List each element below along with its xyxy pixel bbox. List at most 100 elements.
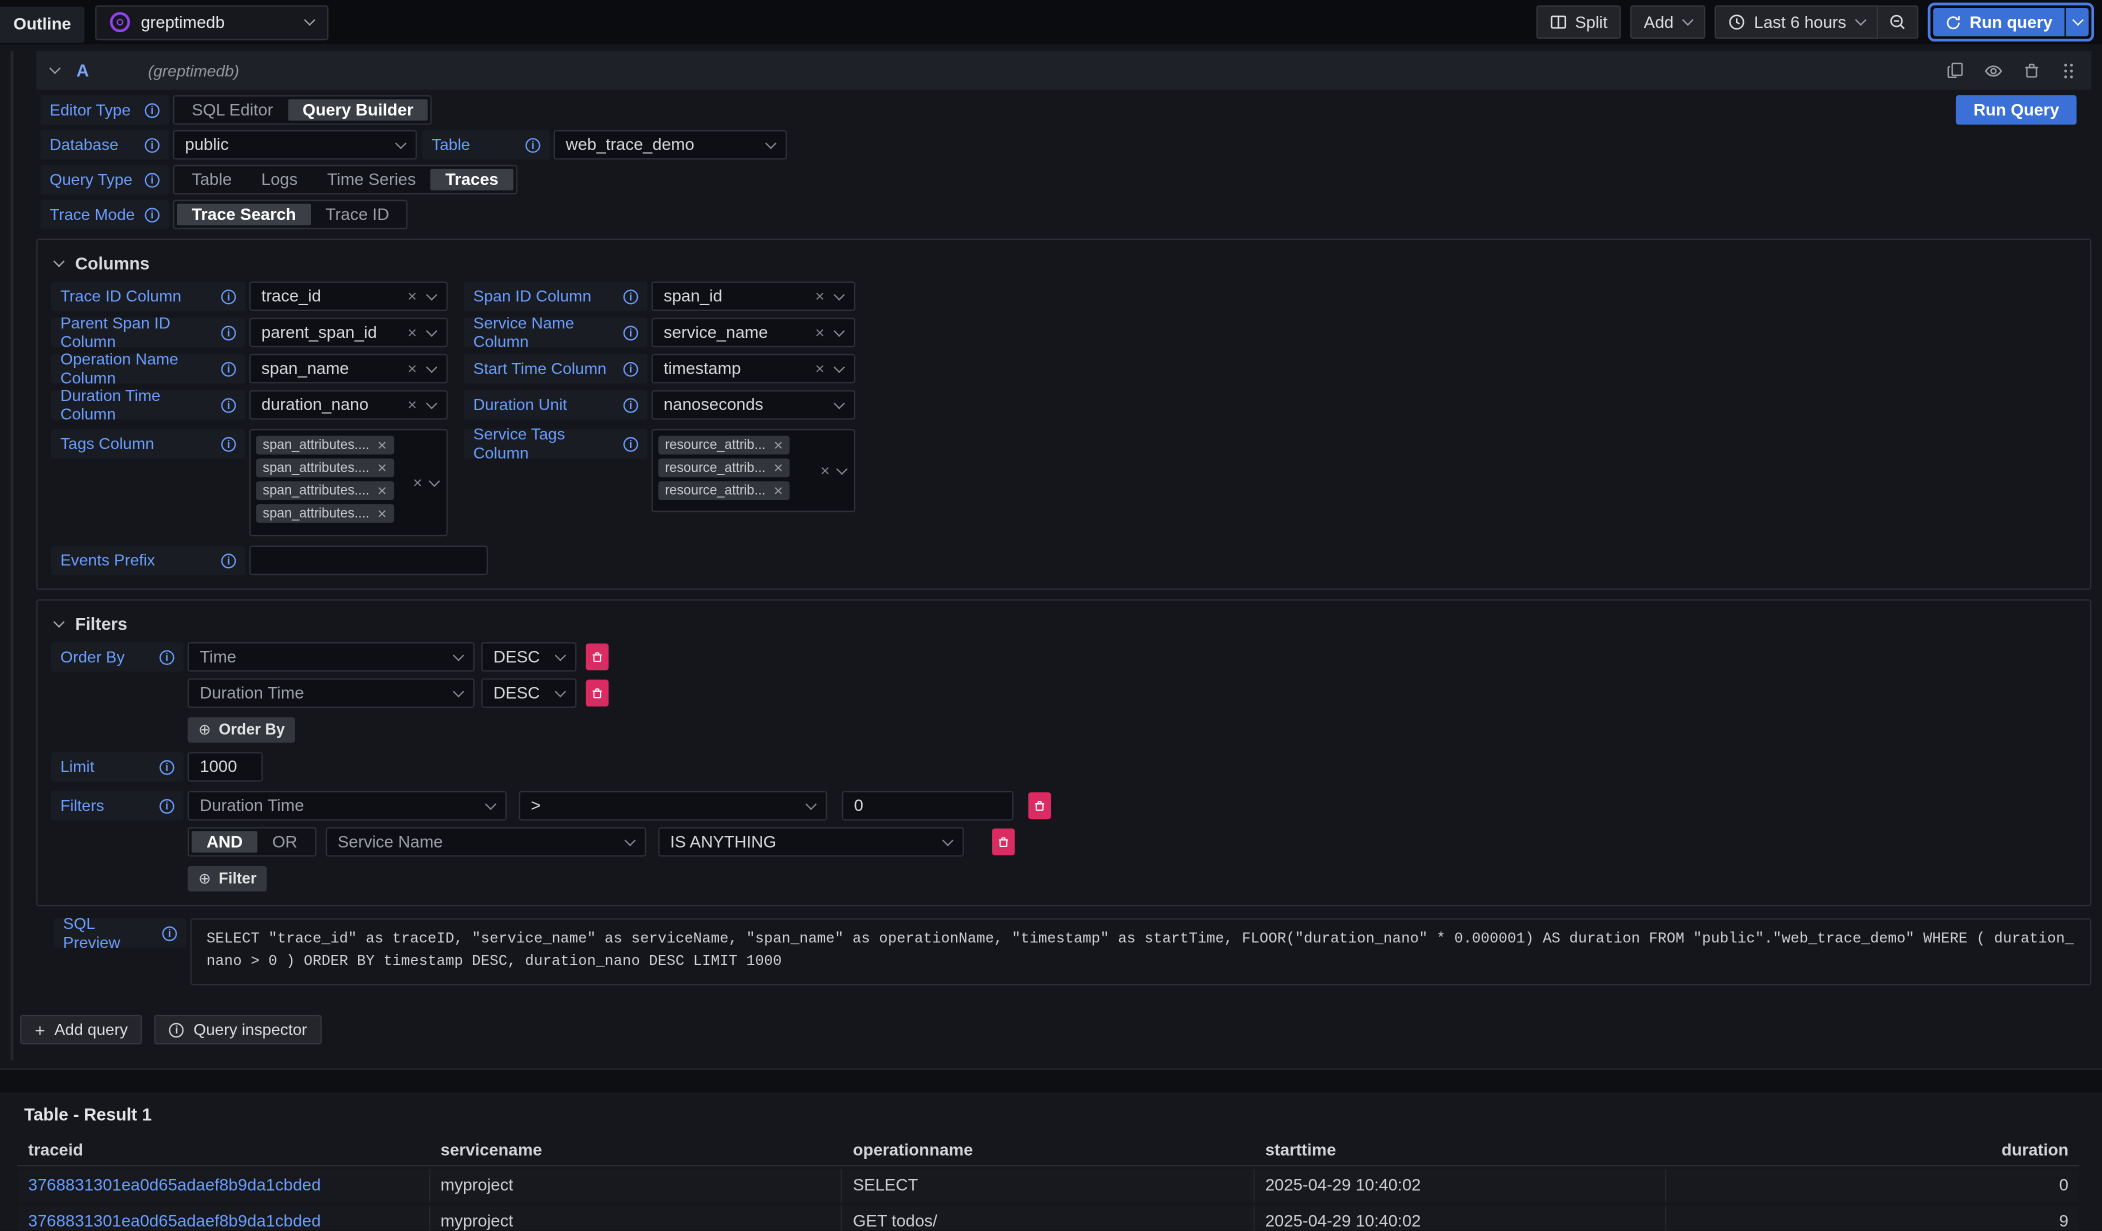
chevron-down-icon[interactable] [834,289,845,300]
events-prefix-input[interactable] [249,546,488,575]
remove-tag-icon[interactable]: × [377,437,386,453]
info-icon[interactable]: i [623,289,638,304]
start-time-column-select[interactable]: timestamp × [652,354,856,383]
info-icon[interactable]: i [221,553,236,568]
info-icon[interactable]: i [221,289,236,304]
logic-or-option[interactable]: OR [258,831,313,852]
remove-filter-button[interactable] [1028,792,1051,819]
remove-tag-icon[interactable]: × [774,483,783,499]
clear-icon[interactable]: × [815,361,824,377]
chevron-down-icon[interactable] [429,475,440,486]
chevron-down-icon[interactable] [555,649,566,660]
filter-operator-select[interactable]: IS ANYTHING [658,827,964,856]
run-query-caret-button[interactable] [2066,8,2089,36]
datasource-picker[interactable]: greptimedb [95,5,328,40]
tab-traces[interactable]: Traces [431,169,514,190]
trace-id-column-select[interactable]: trace_id × [249,282,447,311]
info-icon[interactable]: i [221,325,236,340]
filters-section-header[interactable]: Filters [55,614,2077,634]
filter-field-select[interactable]: Service Name [326,827,646,856]
collapse-section-icon[interactable] [53,256,64,267]
remove-tag-icon[interactable]: × [377,505,386,521]
chevron-down-icon[interactable] [834,325,845,336]
chevron-down-icon[interactable] [765,137,776,148]
remove-tag-icon[interactable]: × [377,460,386,476]
info-icon[interactable]: i [145,137,160,152]
add-button[interactable]: Add [1630,5,1705,39]
chevron-down-icon[interactable] [426,397,437,408]
collapse-query-icon[interactable] [49,63,60,74]
logic-and-option[interactable]: AND [192,831,258,852]
tab-sql-editor[interactable]: SQL Editor [177,99,288,120]
tab-query-builder[interactable]: Query Builder [288,99,428,120]
run-query-panel-button[interactable]: Run Query [1956,95,2077,124]
column-header-servicename[interactable]: servicename [430,1137,842,1165]
run-query-button[interactable]: Run query [1933,8,2064,36]
chevron-down-icon[interactable] [395,137,406,148]
operation-name-column-select[interactable]: span_name × [249,354,447,383]
tab-logs[interactable]: Logs [247,169,313,190]
service-tags-column-multiselect[interactable]: resource_attrib...× resource_attrib...× … [652,429,856,512]
tab-trace-search[interactable]: Trace Search [177,204,311,225]
filter-value-input[interactable]: 0 [842,791,1014,820]
table-select[interactable]: web_trace_demo [554,130,787,159]
remove-order-by-button[interactable] [586,643,609,670]
chevron-down-icon[interactable] [942,834,953,845]
info-icon[interactable]: i [160,650,175,665]
info-icon[interactable]: i [623,325,638,340]
duplicate-query-icon[interactable] [1947,62,1964,79]
chevron-down-icon[interactable] [834,361,845,372]
clear-all-icon[interactable]: × [820,463,829,479]
chevron-down-icon[interactable] [834,397,845,408]
duration-time-column-select[interactable]: duration_nano × [249,390,447,419]
zoom-out-time-button[interactable] [1878,5,1918,39]
delete-query-icon[interactable] [2023,62,2040,79]
clear-icon[interactable]: × [408,397,417,413]
info-icon[interactable]: i [526,137,541,152]
filter-operator-select[interactable]: > [519,791,827,820]
chevron-down-icon[interactable] [453,685,464,696]
clear-all-icon[interactable]: × [413,475,422,491]
span-id-column-select[interactable]: span_id × [652,282,856,311]
clear-icon[interactable]: × [815,324,824,340]
parent-span-id-column-select[interactable]: parent_span_id × [249,318,447,347]
column-header-traceid[interactable]: traceid [17,1137,429,1165]
column-header-starttime[interactable]: starttime [1255,1137,1667,1165]
collapse-section-icon[interactable] [53,616,64,627]
column-header-duration[interactable]: duration [1667,1137,2079,1165]
tab-table[interactable]: Table [177,169,247,190]
add-filter-button[interactable]: ⊕ Filter [188,866,268,891]
info-icon[interactable]: i [221,436,236,451]
chevron-down-icon[interactable] [426,325,437,336]
info-icon[interactable]: i [221,397,236,412]
chevron-down-icon[interactable] [805,798,816,809]
chevron-down-icon[interactable] [485,798,496,809]
order-by-direction-select[interactable]: DESC [481,678,576,707]
order-by-direction-select[interactable]: DESC [481,642,576,671]
order-by-field-select[interactable]: Time [188,642,475,671]
add-query-button[interactable]: + Add query [20,1015,142,1044]
info-icon[interactable]: i [145,172,160,187]
clear-icon[interactable]: × [408,361,417,377]
info-icon[interactable]: i [145,103,160,118]
chevron-down-icon[interactable] [426,361,437,372]
remove-order-by-button[interactable] [586,680,609,707]
clear-icon[interactable]: × [815,288,824,304]
limit-input[interactable]: 1000 [188,752,263,781]
duration-unit-select[interactable]: nanoseconds [652,390,856,419]
drag-handle-icon[interactable] [2061,61,2077,80]
info-icon[interactable]: i [162,926,177,941]
order-by-field-select[interactable]: Duration Time [188,678,475,707]
chevron-down-icon[interactable] [836,463,847,474]
trace-id-link[interactable]: 3768831301ea0d65adaef8b9da1cbded [28,1212,321,1231]
info-icon[interactable]: i [221,361,236,376]
chevron-down-icon[interactable] [453,649,464,660]
query-row-header[interactable]: A (greptimedb) [36,51,2091,90]
split-button[interactable]: Split [1536,5,1621,39]
tab-trace-id[interactable]: Trace ID [311,204,404,225]
database-select[interactable]: public [173,130,417,159]
columns-section-header[interactable]: Columns [55,253,2077,273]
clear-icon[interactable]: × [408,324,417,340]
chevron-down-icon[interactable] [624,834,635,845]
info-icon[interactable]: i [160,759,175,774]
